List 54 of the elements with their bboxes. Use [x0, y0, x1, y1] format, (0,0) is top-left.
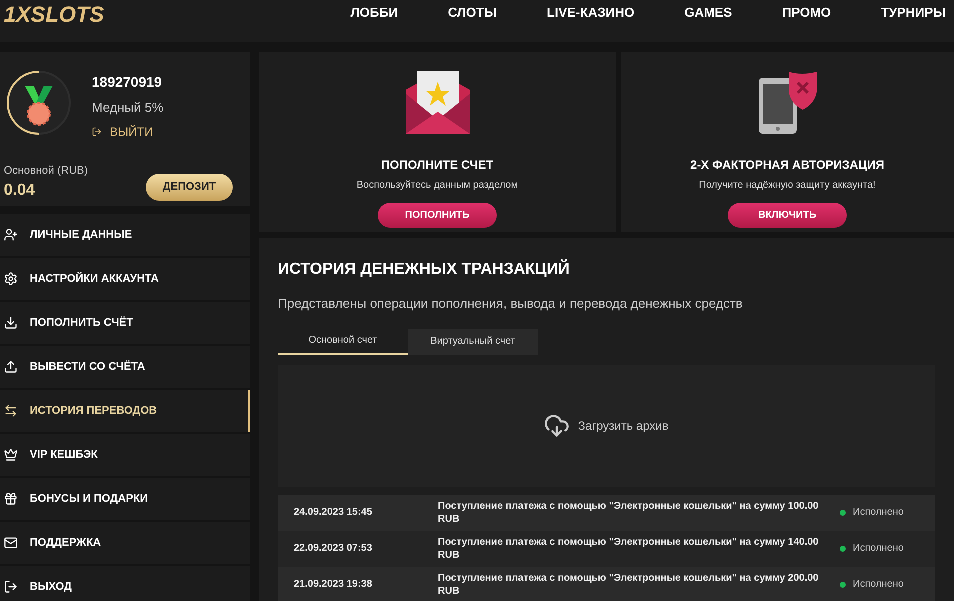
promo-button[interactable]: ВКЛЮЧИТЬ: [728, 203, 847, 228]
promo-subtitle: Воспользуйтесь данным разделом: [356, 179, 518, 193]
crown-icon: [4, 448, 18, 462]
account-tab[interactable]: Виртуальный счет: [408, 328, 538, 354]
user-id: 189270919: [92, 73, 164, 92]
level-name: Медный 5%: [92, 99, 164, 117]
nav-link[interactable]: СЛОТЫ: [448, 6, 498, 19]
promo-button[interactable]: ПОПОЛНИТЬ: [378, 203, 497, 228]
sidebar-item[interactable]: БОНУСЫ И ПОДАРКИ: [0, 478, 250, 520]
sidebar-item[interactable]: ВЫХОД: [0, 566, 250, 601]
balance-label: Основной (RUB): [4, 164, 88, 178]
sidebar-item[interactable]: ПОДДЕРЖКА: [0, 522, 250, 564]
logout-icon: [92, 126, 102, 136]
download-icon: [4, 316, 18, 330]
transaction-date: 22.09.2023 07:53: [293, 542, 374, 556]
promo-title: ПОПОЛНИТЕ СЧЕТ: [381, 157, 494, 174]
logout-icon: [4, 580, 18, 594]
transaction-status: Исполнено: [853, 506, 904, 520]
gear-icon: [4, 272, 18, 286]
gift-icon: [4, 492, 18, 506]
transaction-status: Исполнено: [853, 542, 904, 556]
envelope-icon: [4, 536, 18, 550]
sidebar-item[interactable]: ИСТОРИЯ ПЕРЕВОДОВ: [0, 390, 250, 432]
transaction-date: 24.09.2023 15:45: [293, 506, 374, 520]
transfer-arrows-icon: [4, 404, 18, 418]
envelope-star-icon: [404, 70, 470, 136]
promo-title: 2-Х ФАКТОРНАЯ АВТОРИЗАЦИЯ: [690, 157, 884, 174]
nav-link[interactable]: LIVE-КАЗИНО: [547, 6, 635, 19]
upload-icon: [4, 360, 18, 374]
sidebar-item[interactable]: ВЫВЕСТИ СО СЧЁТА: [0, 346, 250, 388]
sidebar-item[interactable]: ПОПОЛНИТЬ СЧЁТ: [0, 302, 250, 344]
cloud-download-icon: [544, 412, 570, 438]
promo-subtitle: Получите надёжную защиту аккаунта!: [699, 179, 876, 193]
history-description: Представлены операции пополнения, вывода и перевода денежных средств: [278, 295, 744, 313]
archive-download-button[interactable]: Загрузить архив: [544, 412, 669, 438]
transaction-description: Поступление платежа с помощью "Электронные кошельки" на сумму 100.00 RUB: [438, 500, 820, 526]
sidebar-item[interactable]: ЛИЧНЫЕ ДАННЫЕ: [0, 214, 250, 256]
balance-amount: 0.04: [4, 181, 36, 201]
nav-link[interactable]: ТУРНИРЫ: [881, 6, 946, 19]
nav-link[interactable]: ЛОББИ: [350, 6, 398, 19]
history-title: ИСТОРИЯ ДЕНЕЖНЫХ ТРАНЗАКЦИЙ: [278, 258, 571, 280]
transaction-description: Поступление платежа с помощью "Электронные кошельки" на сумму 140.00 RUB: [438, 536, 820, 562]
sidebar-item[interactable]: VIP КЕШБЭК: [0, 434, 250, 476]
transaction-description: Поступление платежа с помощью "Электронные кошельки" на сумму 200.00 RUB: [438, 572, 820, 598]
logout-link[interactable]: ВЫЙТИ: [92, 122, 164, 140]
nav-link[interactable]: GAMES: [684, 6, 732, 19]
deposit-button[interactable]: ДЕПОЗИТ: [146, 174, 233, 201]
transaction-date: 21.09.2023 19:38: [293, 578, 374, 592]
sidebar-item[interactable]: НАСТРОЙКИ АККАУНТА: [0, 258, 250, 300]
phone-shield-icon: [756, 70, 818, 136]
transaction-status: Исполнено: [853, 578, 904, 592]
user-plus-icon: [4, 228, 18, 242]
logo[interactable]: 1XSLOTS: [4, 4, 104, 26]
nav-link[interactable]: ПРОМО: [782, 6, 832, 19]
